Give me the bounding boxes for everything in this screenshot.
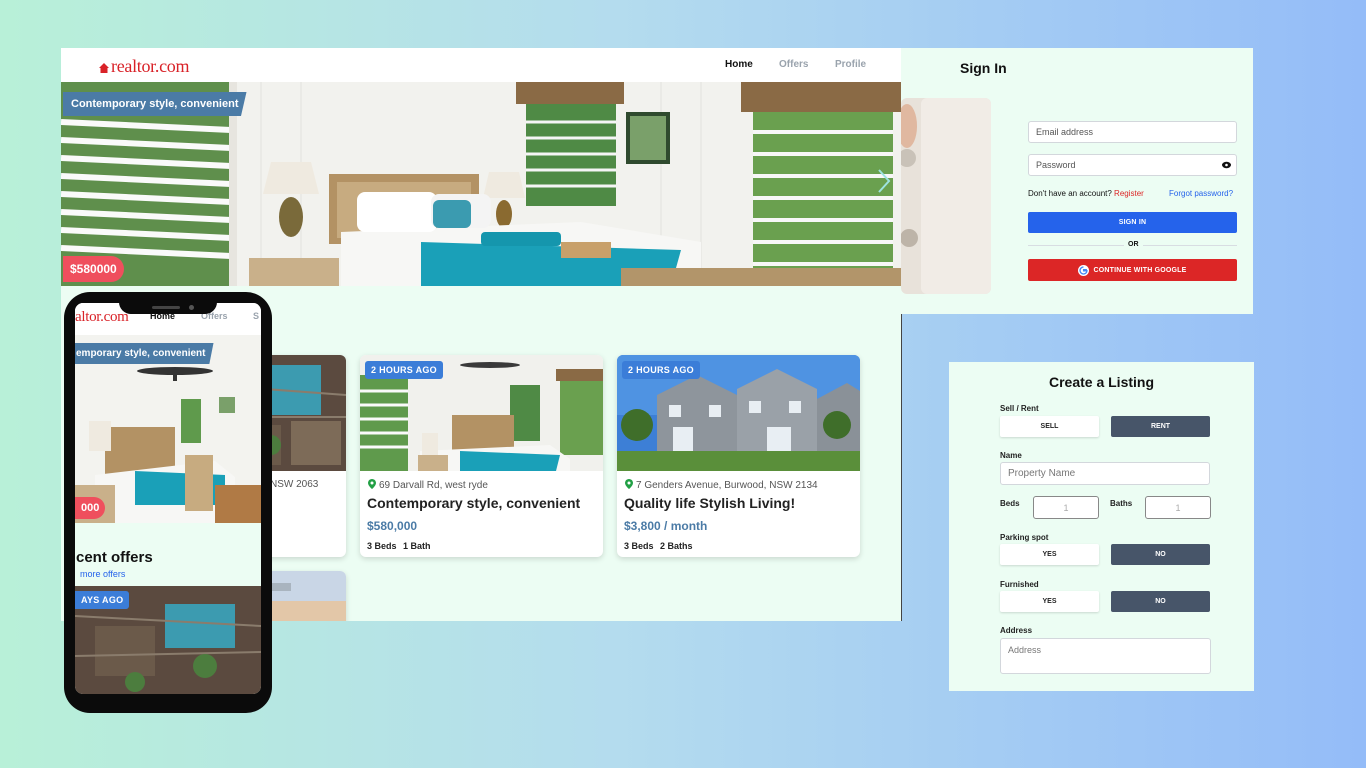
eye-icon[interactable] bbox=[1222, 161, 1231, 169]
top-navbar: realtor.com Home Offers Profile bbox=[61, 48, 901, 82]
register-prompt: Don't have an account? Register bbox=[1028, 189, 1144, 198]
time-badge: 2 HOURS AGO bbox=[622, 361, 700, 379]
address-textarea[interactable]: Address bbox=[1000, 638, 1211, 674]
baths-label: Baths bbox=[1110, 499, 1133, 508]
or-divider-text: OR bbox=[1124, 241, 1143, 248]
phone-price-tag: 000 bbox=[75, 497, 106, 519]
beds-label: Beds bbox=[1000, 499, 1020, 508]
realtor-logo[interactable]: realtor.com bbox=[99, 56, 189, 77]
phone-speaker bbox=[152, 306, 180, 309]
create-listing-title: Create a Listing bbox=[1048, 374, 1155, 390]
listing-price: $580,000 bbox=[367, 519, 418, 533]
email-input[interactable]: Email address bbox=[1028, 121, 1237, 143]
sell-rent-label: Sell / Rent bbox=[1000, 404, 1039, 413]
listing-price: $3,800 / month bbox=[624, 519, 708, 533]
phone-notch bbox=[119, 292, 217, 314]
location-pin-icon bbox=[625, 479, 633, 489]
parking-label: Parking spot bbox=[1000, 533, 1049, 542]
listing-address: 7 Genders Avenue, Burwood, NSW 2134 bbox=[625, 479, 818, 491]
sign-in-button[interactable]: SIGN IN bbox=[1028, 212, 1237, 233]
sell-button[interactable]: SELL bbox=[1000, 416, 1099, 437]
furnished-yes-button[interactable]: YES bbox=[1000, 591, 1099, 612]
listing-beds: 3 Beds bbox=[624, 541, 654, 551]
listing-card[interactable]: 2 HOURS AGO 69 Darvall Rd, west ryde Con… bbox=[360, 355, 603, 557]
phone-screen: altor.com Home Offers S emporary style, … bbox=[75, 303, 261, 694]
phone-mockup: altor.com Home Offers S emporary style, … bbox=[64, 292, 272, 713]
phone-time-badge: AYS AGO bbox=[75, 591, 130, 609]
furnished-no-button[interactable]: NO bbox=[1111, 591, 1210, 612]
hero-price-tag: $580000 bbox=[63, 256, 124, 282]
sign-in-panel: Sign In Email address Password Don't hav… bbox=[901, 48, 1253, 314]
baths-input[interactable]: 1 bbox=[1145, 496, 1211, 519]
phone-hero-title: emporary style, convenient bbox=[75, 343, 214, 364]
phone-show-more-link[interactable]: more offers bbox=[80, 569, 125, 579]
nav-profile[interactable]: Profile bbox=[835, 59, 866, 70]
parking-no-button[interactable]: NO bbox=[1111, 544, 1210, 565]
create-listing-panel: Create a Listing Sell / Rent SELL RENT N… bbox=[949, 362, 1254, 691]
beds-input[interactable]: 1 bbox=[1033, 496, 1099, 519]
address-label: Address bbox=[1000, 626, 1033, 635]
listing-card[interactable]: 2 HOURS AGO 7 Genders Avenue, Burwood, N… bbox=[617, 355, 860, 557]
phone-section-title: cent offers bbox=[76, 549, 153, 566]
parking-yes-button[interactable]: YES bbox=[1000, 544, 1099, 565]
property-name-input[interactable]: Property Name bbox=[1000, 462, 1210, 485]
location-pin-icon bbox=[368, 479, 376, 489]
phone-nav-profile[interactable]: S bbox=[253, 311, 259, 321]
slider-next-arrow-icon[interactable] bbox=[877, 168, 891, 194]
listing-beds: 3 Beds bbox=[367, 541, 397, 551]
listing-title: Contemporary style, convenient bbox=[367, 495, 581, 511]
listing-baths: 1 Bath bbox=[403, 541, 431, 551]
listing-address: 69 Darvall Rd, west ryde bbox=[368, 479, 488, 491]
sign-in-door-image bbox=[901, 98, 991, 294]
phone-camera bbox=[189, 305, 194, 310]
google-icon bbox=[1078, 264, 1090, 276]
register-link[interactable]: Register bbox=[1114, 189, 1144, 198]
house-icon bbox=[99, 63, 109, 73]
forgot-password-link[interactable]: Forgot password? bbox=[1169, 189, 1233, 198]
phone-logo[interactable]: altor.com bbox=[75, 309, 129, 326]
name-label: Name bbox=[1000, 451, 1022, 460]
sign-in-title: Sign In bbox=[960, 60, 1007, 76]
listing-title: Quality life Stylish Living! bbox=[624, 495, 796, 511]
listing-baths: 2 Baths bbox=[660, 541, 693, 551]
furnished-label: Furnished bbox=[1000, 580, 1039, 589]
rent-button[interactable]: RENT bbox=[1111, 416, 1210, 437]
nav-home[interactable]: Home bbox=[725, 59, 753, 70]
password-input[interactable]: Password bbox=[1028, 154, 1237, 176]
password-placeholder: Password bbox=[1036, 160, 1076, 170]
listing-address: NSW 2063 bbox=[270, 479, 319, 490]
nav-offers[interactable]: Offers bbox=[779, 59, 808, 70]
hero-slider[interactable]: Contemporary style, convenient $580000 bbox=[61, 82, 901, 286]
hero-listing-title: Contemporary style, convenient bbox=[63, 92, 247, 116]
time-badge: 2 HOURS AGO bbox=[365, 361, 443, 379]
google-sign-in-button[interactable]: CONTINUE WITH GOOGLE bbox=[1028, 259, 1237, 281]
